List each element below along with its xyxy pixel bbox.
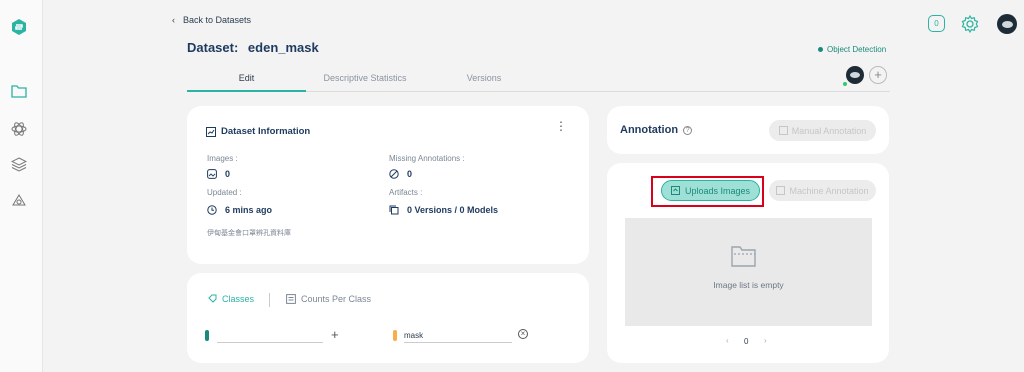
dataset-title-label: Dataset: (187, 40, 239, 55)
prev-page-button[interactable]: ‹ (726, 336, 729, 345)
tag-icon (208, 294, 217, 303)
add-member-button[interactable]: + (869, 66, 887, 84)
sidebar (0, 0, 43, 372)
recycle-icon[interactable] (10, 192, 28, 210)
machine-annotation-button[interactable]: Machine Annotation (769, 180, 876, 201)
dataset-name: eden_mask (247, 40, 319, 55)
image-list-area: Image list is empty (625, 218, 872, 326)
chevron-left-icon: ‹ (172, 15, 175, 25)
dataset-information-title: Dataset Information (206, 126, 310, 137)
missing-annotations-label: Missing Annotations : (389, 154, 465, 163)
list-icon (286, 294, 296, 304)
page-number: 0 (744, 337, 749, 346)
remove-class-icon[interactable]: × (518, 329, 528, 339)
updated-label: Updated : (207, 188, 242, 197)
copy-icon (389, 205, 399, 215)
classes-card: Classes Counts Per Class + mask × (187, 273, 589, 363)
tab-counts-per-class[interactable]: Counts Per Class (286, 294, 371, 304)
empty-state-text: Image list is empty (713, 280, 784, 290)
add-class-button[interactable]: + (331, 328, 339, 342)
dataset-description: 伊甸基金會口罩辨孔資料庫 (207, 229, 291, 237)
class-name-field[interactable]: mask (404, 328, 512, 343)
artifacts-label: Artifacts : (389, 188, 423, 197)
tab-descriptive-statistics[interactable]: Descriptive Statistics (306, 66, 424, 92)
notification-badge[interactable]: 0 (928, 15, 945, 32)
machine-icon (776, 186, 786, 195)
annotation-images-card: Uploads Images Machine Annotation Image … (607, 163, 889, 363)
highlight-box (651, 176, 764, 207)
app-logo-icon[interactable] (10, 18, 28, 36)
missing-annotations-value: 0 (389, 169, 412, 179)
artifacts-value: 0 Versions / 0 Models (389, 205, 498, 215)
class-color-swatch (393, 330, 397, 341)
clock-icon (207, 205, 217, 215)
images-value: 0 (207, 169, 230, 179)
tab-edit[interactable]: Edit (187, 66, 306, 92)
images-label: Images : (207, 154, 238, 163)
dataset-information-card: Dataset Information ⋮ Images : 0 Missing… (187, 106, 589, 264)
tab-divider (269, 293, 270, 307)
back-to-datasets-link[interactable]: ‹ Back to Datasets (172, 15, 251, 25)
tab-versions[interactable]: Versions (424, 66, 544, 92)
status-dot-icon (818, 47, 823, 52)
layers-icon[interactable] (10, 155, 28, 173)
annotation-title: Annotation ? (620, 124, 693, 136)
folder-icon[interactable] (10, 82, 28, 100)
image-icon (207, 169, 217, 179)
user-avatar[interactable] (997, 14, 1017, 34)
online-status-dot (843, 82, 847, 86)
task-type-badge: Object Detection (818, 45, 886, 54)
empty-folder-icon (730, 244, 758, 273)
help-icon[interactable]: ? (683, 125, 693, 135)
edit-icon (778, 126, 788, 135)
chart-icon (206, 126, 216, 137)
atom-icon[interactable] (10, 120, 28, 138)
more-options-icon[interactable]: ⋮ (555, 120, 567, 132)
page-title: Dataset: eden_mask (187, 40, 319, 55)
settings-gear-icon[interactable] (960, 14, 980, 34)
tab-classes[interactable]: Classes (208, 294, 254, 304)
new-class-color-swatch (205, 330, 209, 341)
updated-value: 6 mins ago (207, 205, 272, 215)
next-page-button[interactable]: › (764, 336, 767, 345)
manual-annotation-button[interactable]: Manual Annotation (769, 120, 876, 141)
annotation-header-card: Annotation ? Manual Annotation (607, 106, 889, 154)
member-avatar[interactable] (846, 66, 864, 84)
new-class-input[interactable] (217, 328, 323, 343)
slash-circle-icon (389, 169, 399, 179)
